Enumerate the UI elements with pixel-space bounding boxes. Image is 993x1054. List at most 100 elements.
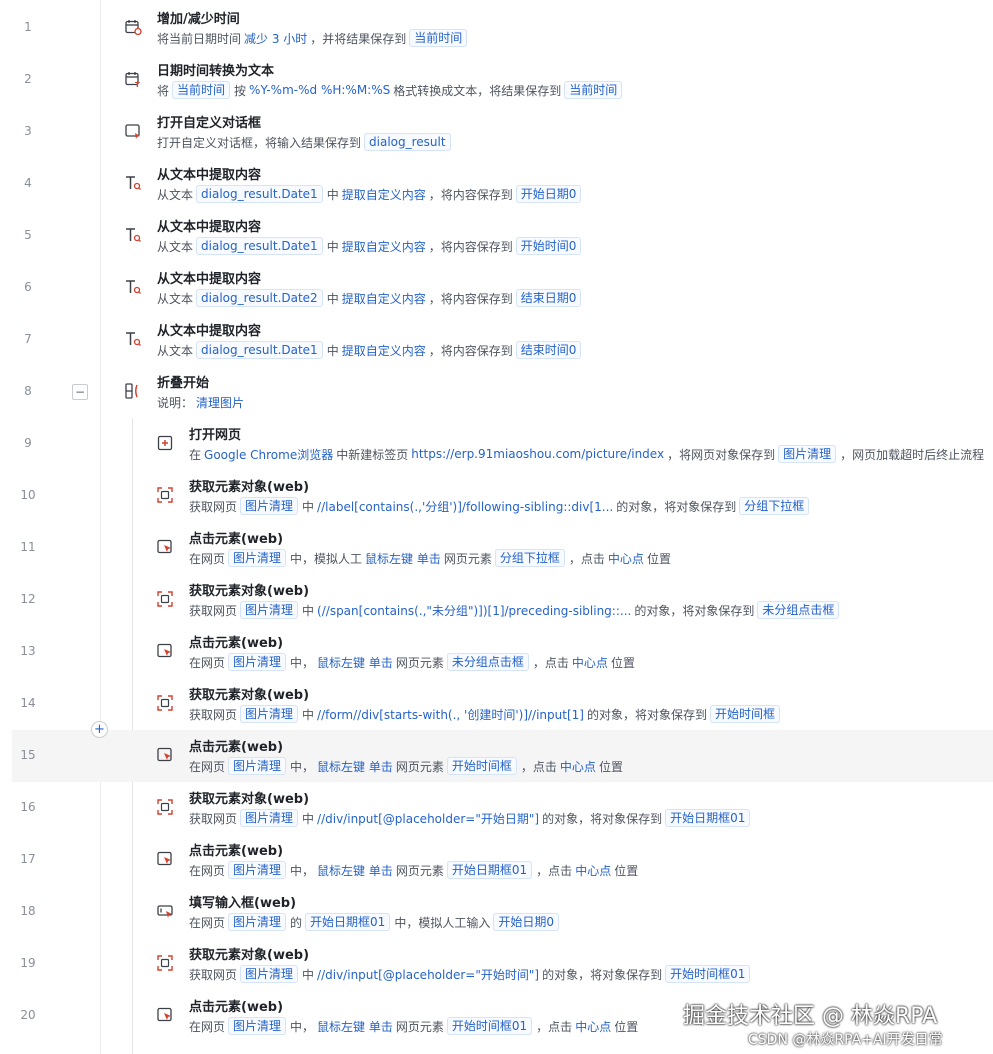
- variable-tag[interactable]: 开始日期框01: [446, 861, 533, 879]
- description-text: 位置: [598, 759, 623, 774]
- step-row[interactable]: 15 点击元素(web) 在网页 图片清理 中， 鼠标左键 单击 网页元素 开始时间框 ，点击中…: [12, 730, 993, 782]
- variable-tag[interactable]: 分组下拉框: [739, 497, 810, 515]
- parameter-value[interactable]: 鼠标左键 单击: [317, 654, 393, 671]
- variable-tag[interactable]: 开始时间框: [446, 757, 517, 775]
- description-text: 中，模拟人工: [290, 551, 363, 566]
- variable-tag[interactable]: 结束时间0: [515, 341, 582, 359]
- step-row[interactable]: 13 点击元素(web) 在网页 图片清理 中， 鼠标左键 单击 网页元素 未分组点击框 ，点击…: [0, 626, 993, 678]
- parameter-value[interactable]: 中心点: [560, 758, 596, 775]
- watermark-juejin: 掘金技术社区 @ 林焱RPA: [683, 1004, 938, 1029]
- add-step-button[interactable]: +: [91, 721, 108, 738]
- variable-tag[interactable]: 开始时间框01: [446, 1017, 533, 1035]
- step-row[interactable]: 2 T 日期时间转换为文本将当前时间按 %Y-%m-%d %H:%M:%S 格式转换成文…: [0, 54, 993, 106]
- parameter-value[interactable]: Google Chrome浏览器: [204, 446, 333, 463]
- step-row[interactable]: 10 获取元素对象(web) 获取网页 图片清理中//label[contains(.…: [0, 470, 993, 522]
- variable-tag[interactable]: 开始日期0: [515, 185, 582, 203]
- variable-tag[interactable]: dialog_result.Date1: [196, 237, 323, 255]
- step-row[interactable]: 14 获取元素对象(web) 获取网页 图片清理中//form//div[starts…: [0, 678, 993, 730]
- description-text: 从文本: [157, 343, 194, 358]
- parameter-value[interactable]: 中心点: [575, 1018, 611, 1035]
- parameter-value[interactable]: 提取自定义内容: [342, 342, 426, 359]
- description-text: 中，: [290, 655, 315, 670]
- variable-tag[interactable]: 开始时间0: [515, 237, 582, 255]
- description-text: 获取网页: [189, 811, 238, 826]
- variable-tag[interactable]: 未分组点击框: [757, 601, 840, 619]
- variable-tag[interactable]: 未分组点击框: [446, 653, 529, 671]
- parameter-value[interactable]: 鼠标左键 单击: [317, 862, 393, 879]
- description-text: 获取网页: [189, 603, 238, 618]
- variable-tag[interactable]: 当前时间: [409, 29, 468, 47]
- step-row[interactable]: 18 填写输入框(web) 在网页 图片清理的开始日期框01 中，模拟人工输入 开始日期0: [0, 886, 993, 938]
- description-text: 中: [302, 967, 315, 982]
- variable-tag[interactable]: 分组下拉框: [494, 549, 565, 567]
- variable-tag[interactable]: 图片清理: [240, 601, 299, 619]
- variable-tag[interactable]: 图片清理: [228, 549, 287, 567]
- step-row[interactable]: 9 打开网页在 Google Chrome浏览器 中新建标签页 https://erp.…: [0, 418, 993, 470]
- step-title: 从文本中提取内容: [157, 168, 262, 183]
- variable-tag[interactable]: 开始日期框01: [305, 913, 391, 931]
- variable-tag[interactable]: dialog_result.Date1: [196, 185, 323, 203]
- variable-tag[interactable]: 图片清理: [228, 1017, 287, 1035]
- step-row[interactable]: 3 打开自定义对话框 打开自定义对话框，将输入结果保存到 dialog_result: [0, 106, 993, 158]
- step-row[interactable]: 4 从文本中提取内容 从文本 dialog_result.Date1 中提取自定义内容，…: [0, 158, 993, 210]
- parameter-value[interactable]: https://erp.91miaoshou.com/picture/index: [411, 447, 664, 461]
- parameter-value[interactable]: 清理图片: [196, 394, 244, 411]
- parameter-value[interactable]: 提取自定义内容: [342, 238, 426, 255]
- parameter-value[interactable]: (//span[contains(.,"未分组")])[1]/preceding…: [317, 602, 631, 619]
- step-row[interactable]: 7 从文本中提取内容 从文本 dialog_result.Date1 中提取自定义内容，…: [0, 314, 993, 366]
- collapse-fold-button[interactable]: −: [72, 384, 88, 400]
- step-title: 点击元素(web): [189, 1000, 284, 1015]
- parameter-value[interactable]: 提取自定义内容: [342, 186, 426, 203]
- parameter-value[interactable]: //div/input[@placeholder="开始日期"]: [317, 810, 539, 827]
- parameter-value[interactable]: %Y-%m-%d %H:%M:%S: [249, 83, 390, 97]
- description-text: 的: [290, 915, 303, 930]
- parameter-value[interactable]: 中心点: [575, 862, 611, 879]
- variable-tag[interactable]: 图片清理: [228, 861, 287, 879]
- parameter-value[interactable]: 中心点: [572, 654, 608, 671]
- line-number: 10: [20, 488, 36, 502]
- step-row[interactable]: 19 获取元素对象(web) 获取网页 图片清理中//div/input[@place…: [0, 938, 993, 990]
- description-text: 打开自定义对话框，将输入结果保存到: [157, 135, 362, 150]
- variable-tag[interactable]: 图片清理: [240, 965, 299, 983]
- parameter-value[interactable]: 提取自定义内容: [342, 290, 426, 307]
- step-title: 日期时间转换为文本: [157, 64, 275, 79]
- description-text: 将: [157, 83, 170, 98]
- variable-tag[interactable]: 开始时间框01: [665, 965, 751, 983]
- parameter-value[interactable]: 鼠标左键 单击: [365, 550, 441, 567]
- step-description: 在网页 图片清理的开始日期框01 中，模拟人工输入 开始日期0: [189, 912, 563, 932]
- variable-tag[interactable]: 开始时间框: [709, 705, 780, 723]
- parameter-value[interactable]: //div/input[@placeholder="开始时间"]: [317, 966, 539, 983]
- variable-tag[interactable]: 图片清理: [240, 497, 299, 515]
- variable-tag[interactable]: dialog_result.Date2: [196, 289, 323, 307]
- parameter-value[interactable]: //form//div[starts-with(., '创建时间')]//inp…: [317, 706, 584, 723]
- step-row[interactable]: 11 点击元素(web) 在网页 图片清理 中，模拟人工 鼠标左键 单击 网页元素 分组下拉框…: [0, 522, 993, 574]
- variable-tag[interactable]: 当前时间: [172, 81, 231, 99]
- variable-tag[interactable]: 图片清理: [778, 445, 837, 463]
- variable-tag[interactable]: 图片清理: [240, 705, 299, 723]
- parameter-value[interactable]: 减少 3 小时: [244, 30, 307, 47]
- variable-tag[interactable]: dialog_result.Date1: [196, 341, 323, 359]
- step-row[interactable]: 16 获取元素对象(web) 获取网页 图片清理中//div/input[@place…: [0, 782, 993, 834]
- variable-tag[interactable]: 图片清理: [228, 913, 287, 931]
- step-row[interactable]: 5 从文本中提取内容 从文本 dialog_result.Date1 中提取自定义内容，…: [0, 210, 993, 262]
- variable-tag[interactable]: dialog_result: [364, 133, 451, 151]
- variable-tag[interactable]: 开始日期0: [493, 913, 559, 931]
- parameter-value[interactable]: 鼠标左键 单击: [317, 1018, 393, 1035]
- description-text: 在网页: [189, 759, 226, 774]
- variable-tag[interactable]: 当前时间: [564, 81, 623, 99]
- step-row[interactable]: 12 获取元素对象(web) 获取网页 图片清理中 (//span[contains(.…: [0, 574, 993, 626]
- parameter-value[interactable]: 鼠标左键 单击: [317, 758, 393, 775]
- variable-tag[interactable]: 开始日期框01: [665, 809, 751, 827]
- variable-tag[interactable]: 图片清理: [240, 809, 299, 827]
- variable-tag[interactable]: 图片清理: [228, 653, 287, 671]
- parameter-value[interactable]: 中心点: [608, 550, 644, 567]
- step-title: 获取元素对象(web): [189, 948, 310, 963]
- variable-tag[interactable]: 结束日期0: [515, 289, 582, 307]
- step-row[interactable]: 1 增加/减少时间 将当前日期时间 减少 3 小时 ，并将结果保存到 当前时间: [0, 2, 993, 54]
- step-row[interactable]: 6 从文本中提取内容 从文本 dialog_result.Date2 中提取自定义内容，…: [0, 262, 993, 314]
- parameter-value[interactable]: //label[contains(.,'分组')]/following-sibl…: [317, 498, 613, 515]
- description-text: 位置: [610, 655, 635, 670]
- variable-tag[interactable]: 图片清理: [228, 757, 287, 775]
- step-row[interactable]: 17 点击元素(web) 在网页 图片清理 中， 鼠标左键 单击 网页元素 开始日期框01 ，点…: [0, 834, 993, 886]
- step-row[interactable]: 8 折叠开始 说明： 清理图片: [0, 366, 993, 418]
